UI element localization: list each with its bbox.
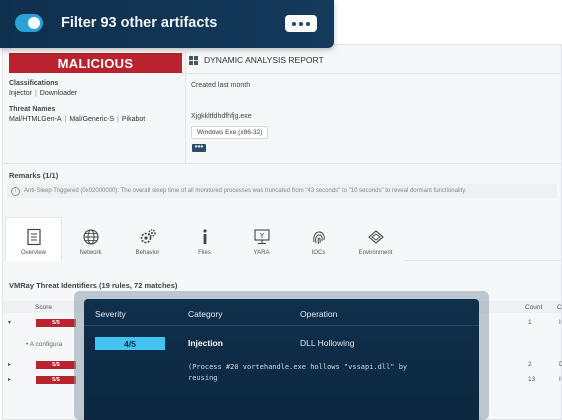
tab-label: Overview xyxy=(20,250,46,256)
info-circle-icon: i xyxy=(11,186,20,196)
classification-block: Classifications Injector | Downloader Thre… xyxy=(9,79,181,125)
remark-text: Anti-Sleep Triggered (0x02000000): The o… xyxy=(24,188,467,194)
remark-row: i Anti-Sleep Triggered (0x02000000): The… xyxy=(7,184,557,198)
tab-overview[interactable]: Overview xyxy=(5,217,62,261)
filter-label: Filter 93 other artifacts xyxy=(61,15,218,31)
operation-value: DLL Hollowing xyxy=(300,338,355,348)
report-tabs: Overview Network Behavior Files Y YARA I… xyxy=(5,217,561,261)
more-details-button[interactable]: ••• xyxy=(192,143,206,152)
box-icon xyxy=(367,230,384,244)
verdict-badge: MALICIOUS xyxy=(9,53,182,73)
threat-name-item: Pikabot xyxy=(121,116,146,123)
classifications-values: Injector | Downloader xyxy=(9,90,78,97)
score-badge: 5/5 xyxy=(36,361,76,369)
tab-environment[interactable]: Environment xyxy=(347,217,404,261)
threat-names-label: Threat Names xyxy=(9,106,56,113)
operation-detail: (Process #20 vortehandle.exe hollows "vs… xyxy=(188,362,458,384)
column-header-count: Count xyxy=(525,304,543,311)
severity-badge: 4/5 xyxy=(95,337,165,350)
column-divider xyxy=(185,51,186,163)
svg-text:Y: Y xyxy=(258,232,264,240)
row-count: 2 xyxy=(528,361,532,368)
popup-divider xyxy=(84,325,479,326)
expand-caret-icon[interactable]: ▸ xyxy=(8,376,11,383)
tab-label: Files xyxy=(198,250,211,256)
config-text: • A configura xyxy=(26,341,63,348)
popup-header-severity: Severity xyxy=(95,309,126,319)
row-count: 1 xyxy=(528,319,532,326)
yara-icon: Y xyxy=(253,229,270,245)
score-badge: 5/5 xyxy=(36,376,76,384)
info-icon xyxy=(202,229,207,244)
file-type-tag: Windows Exe (x86-32) xyxy=(191,126,269,139)
row-c: I xyxy=(559,319,561,326)
report-title: DYNAMIC ANALYSIS REPORT xyxy=(204,55,324,65)
tab-yara[interactable]: Y YARA xyxy=(233,217,290,261)
score-badge: 5/5 xyxy=(36,319,76,327)
detail-line: reusing xyxy=(188,374,218,382)
popup-header-category: Category xyxy=(188,309,223,319)
windows-icon xyxy=(189,55,198,65)
threat-identifiers-title: VMRay Threat Identifiers (19 rules, 72 m… xyxy=(9,281,178,290)
severity-popup xyxy=(84,299,479,420)
more-options-button[interactable] xyxy=(285,15,317,32)
tab-label: Network xyxy=(79,250,102,256)
filter-bar: Filter 93 other artifacts xyxy=(0,0,334,48)
column-header-c: C xyxy=(557,304,562,311)
expand-caret-icon[interactable]: ▸ xyxy=(8,361,11,368)
globe-icon xyxy=(82,229,99,245)
tab-label: IOCs xyxy=(311,250,326,256)
threat-name-item: Mal/HTMLGen-A xyxy=(9,116,62,123)
category-value: Injection xyxy=(188,338,223,348)
row-count: 13 xyxy=(528,376,536,383)
tab-behavior[interactable]: Behavior xyxy=(119,217,176,261)
threat-names-values: Mal/HTMLGen-A | Mal/Generic-S | Pikabot xyxy=(9,116,146,123)
gears-icon xyxy=(140,229,156,244)
report-header: DYNAMIC ANALYSIS REPORT xyxy=(189,55,324,65)
detail-line: (Process #20 vortehandle.exe hollows "vs… xyxy=(188,363,408,371)
expand-caret-icon[interactable]: ▾ xyxy=(8,319,11,326)
tab-network[interactable]: Network xyxy=(62,217,119,261)
remarks-title: Remarks (1/1) xyxy=(9,171,59,180)
created-date: Created last month xyxy=(191,82,251,89)
fingerprint-icon xyxy=(312,231,325,245)
classification-item: Downloader xyxy=(39,90,78,97)
threat-name-item: Mal/Generic-S xyxy=(69,116,115,123)
header-divider xyxy=(186,73,561,74)
document-icon xyxy=(26,228,41,246)
toggle-knob xyxy=(28,17,40,29)
classifications-label: Classifications xyxy=(9,80,59,87)
tab-label: YARA xyxy=(253,250,270,256)
classification-item: Injector xyxy=(9,90,32,97)
tab-label: Behavior xyxy=(135,250,160,256)
row-c: I xyxy=(559,376,561,383)
column-header-score: Score xyxy=(35,304,52,311)
file-name: Xjgkkltfdhdfhfjg.exe xyxy=(191,113,252,120)
tab-label: Environment xyxy=(358,250,393,256)
tab-iocs[interactable]: IOCs xyxy=(290,217,347,261)
section-divider xyxy=(3,163,561,164)
popup-header-operation: Operation xyxy=(300,309,338,319)
filter-toggle[interactable] xyxy=(15,14,43,32)
tab-files[interactable]: Files xyxy=(176,217,233,261)
